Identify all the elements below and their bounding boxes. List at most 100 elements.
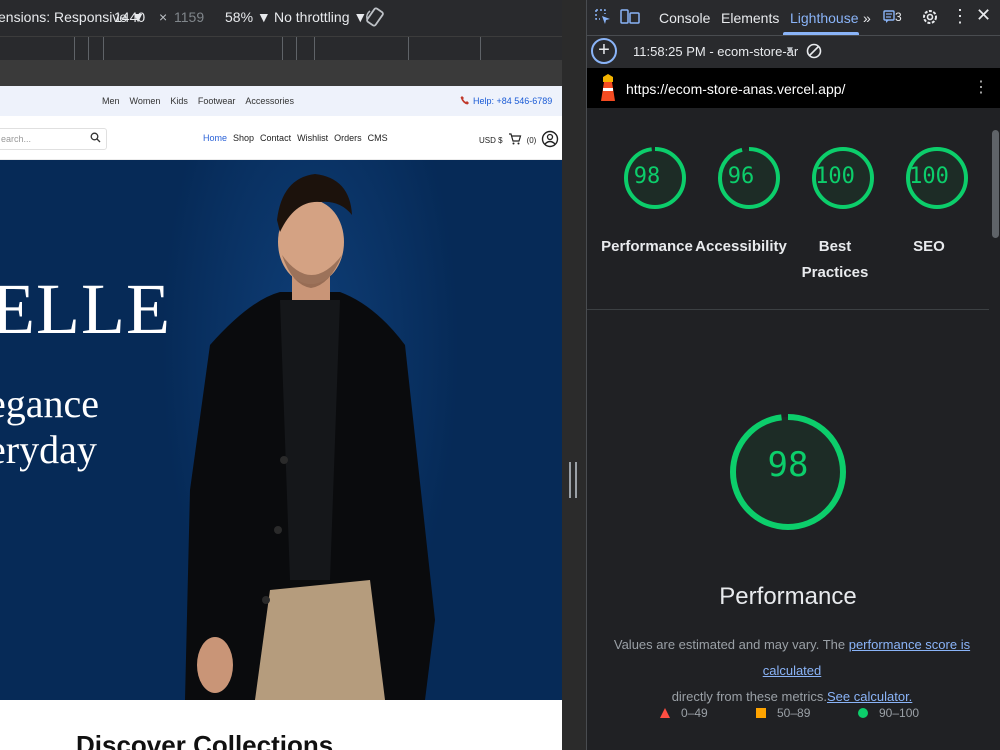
- tab-console[interactable]: Console: [659, 10, 710, 26]
- customize-menu-icon[interactable]: ⋮: [951, 6, 969, 27]
- close-devtools-icon[interactable]: ✕: [976, 5, 991, 26]
- lighthouse-toolbar: + 11:58:25 PM - ecom-store-ar ▼: [587, 36, 1000, 68]
- help-phone[interactable]: Help: +84 546-6789: [460, 95, 552, 107]
- hero-banner: CELLE egance eryday: [0, 160, 562, 700]
- header-actions: USD $ (0): [479, 130, 559, 150]
- score-gauge-seo[interactable]: 100 SEO: [897, 136, 977, 255]
- report-selector[interactable]: 11:58:25 PM - ecom-store-ar: [633, 44, 798, 59]
- clear-reports-icon[interactable]: [805, 42, 823, 63]
- hero-tagline-line-1: egance: [0, 381, 100, 426]
- section-title: Discover Collections: [76, 730, 334, 750]
- devtools-tabbar: Console Elements Lighthouse » 3 ⋮ ✕: [587, 0, 1000, 36]
- score-value: 100: [815, 164, 855, 189]
- score-value: 98: [633, 164, 661, 189]
- currency-selector[interactable]: USD $: [479, 136, 503, 145]
- phone-icon: [460, 95, 470, 107]
- nav-home[interactable]: Home: [203, 133, 227, 143]
- cart-count: (0): [526, 135, 537, 145]
- inspect-element-icon[interactable]: [593, 7, 613, 30]
- resize-handle[interactable]: [569, 462, 577, 498]
- performance-main-score: 98: [767, 445, 809, 485]
- report-scrollbar[interactable]: [989, 108, 1000, 750]
- panel-splitter[interactable]: [562, 0, 586, 750]
- legend-label: 50–89: [777, 706, 811, 720]
- issues-icon[interactable]: [883, 10, 895, 27]
- hero-tagline-line-2: eryday: [0, 427, 97, 472]
- hero-model-image: [185, 174, 435, 700]
- device-toolbar: ensions: Responsive ▼ 1440 × 1159 58% ▼ …: [0, 0, 562, 36]
- device-emulation-area: ensions: Responsive ▼ 1440 × 1159 58% ▼ …: [0, 0, 562, 750]
- help-phone-text: Help: +84 546-6789: [473, 96, 553, 106]
- performance-description: Values are estimated and may vary. The p…: [595, 632, 989, 710]
- description-text: directly from these metrics.: [671, 689, 828, 704]
- scrollbar-thumb[interactable]: [992, 130, 999, 238]
- score-label: Best Practices: [801, 238, 869, 281]
- score-label: Performance: [601, 238, 693, 255]
- report-url: https://ecom-store-anas.vercel.app/: [626, 81, 846, 97]
- store-header: earch... Home Shop Contact Wishlist Orde…: [0, 116, 562, 160]
- report-menu-icon[interactable]: ⋮: [973, 77, 989, 97]
- score-gauge-best-practices[interactable]: 100 Best Practices: [802, 136, 883, 281]
- nav-contact[interactable]: Contact: [260, 133, 291, 143]
- chevron-down-icon[interactable]: ▼: [785, 45, 795, 56]
- lighthouse-report: 98 Performance 96 Accessibility 100 Best…: [587, 108, 1000, 750]
- store-search-input[interactable]: earch...: [0, 128, 107, 150]
- store-topbar: Men Women Kids Footwear Accessories Help…: [0, 86, 562, 116]
- category-link[interactable]: Kids: [170, 96, 188, 106]
- score-label: SEO: [913, 238, 945, 255]
- settings-gear-icon[interactable]: [920, 7, 940, 30]
- description-text: Values are estimated and may vary. The: [613, 637, 849, 652]
- triangle-icon: [660, 708, 670, 718]
- category-link[interactable]: Accessories: [245, 96, 294, 106]
- cart-icon[interactable]: [508, 132, 522, 148]
- nav-cms[interactable]: CMS: [368, 133, 388, 143]
- throttling-dropdown[interactable]: No throttling ▼: [274, 9, 367, 25]
- search-placeholder: earch...: [1, 134, 32, 144]
- page-viewport: Men Women Kids Footwear Accessories Help…: [0, 86, 562, 750]
- search-icon[interactable]: [90, 132, 101, 145]
- tab-lighthouse[interactable]: Lighthouse: [790, 10, 859, 26]
- more-tabs-button[interactable]: »: [863, 10, 871, 26]
- devtools-panel: Console Elements Lighthouse » 3 ⋮ ✕ + 11…: [586, 0, 1000, 750]
- media-query-ruler: [0, 36, 562, 61]
- category-link[interactable]: Footwear: [198, 96, 236, 106]
- legend-average: 50–89: [755, 706, 810, 720]
- store-main-nav: Home Shop Contact Wishlist Orders CMS: [203, 133, 388, 143]
- nav-wishlist[interactable]: Wishlist: [297, 133, 328, 143]
- nav-orders[interactable]: Orders: [334, 133, 362, 143]
- score-label: Accessibility: [695, 238, 787, 255]
- square-icon: [756, 708, 766, 718]
- circle-icon: [858, 708, 868, 718]
- score-summary: 98 Performance 96 Accessibility 100 Best…: [587, 108, 989, 310]
- zoom-dropdown[interactable]: 58% ▼: [225, 9, 271, 25]
- score-value: 100: [909, 164, 949, 189]
- device-frame-gutter: [0, 60, 562, 86]
- lighthouse-logo-icon: [599, 74, 617, 105]
- new-report-button[interactable]: +: [591, 38, 617, 64]
- score-gauge-performance[interactable]: 98 Performance: [601, 136, 695, 255]
- issues-count: 3: [895, 10, 902, 24]
- device-toolbar-icon[interactable]: [619, 7, 641, 30]
- legend-pass: 90–100: [857, 706, 919, 720]
- legend-label: 0–49: [681, 706, 708, 720]
- account-icon[interactable]: [541, 130, 559, 150]
- times-separator: ×: [159, 9, 168, 25]
- category-links: Men Women Kids Footwear Accessories: [102, 96, 294, 106]
- legend-fail: 0–49: [659, 706, 708, 720]
- see-calculator-link[interactable]: See calculator.: [827, 689, 912, 704]
- report-url-bar: https://ecom-store-anas.vercel.app/ ⋮: [587, 68, 1000, 108]
- screen: ensions: Responsive ▼ 1440 × 1159 58% ▼ …: [0, 0, 1000, 750]
- active-tab-indicator: [783, 32, 859, 35]
- category-link[interactable]: Men: [102, 96, 120, 106]
- nav-shop[interactable]: Shop: [233, 133, 254, 143]
- hero-brand-title: CELLE: [0, 269, 171, 349]
- legend-label: 90–100: [879, 706, 920, 720]
- performance-title: Performance: [719, 583, 857, 610]
- rotate-icon[interactable]: [364, 6, 386, 31]
- tab-elements[interactable]: Elements: [721, 10, 779, 26]
- score-gauge-accessibility[interactable]: 96 Accessibility: [695, 136, 789, 255]
- height-input[interactable]: 1159: [174, 9, 204, 25]
- category-link[interactable]: Women: [130, 96, 161, 106]
- score-value: 96: [727, 164, 755, 189]
- width-input[interactable]: 1440: [114, 9, 145, 25]
